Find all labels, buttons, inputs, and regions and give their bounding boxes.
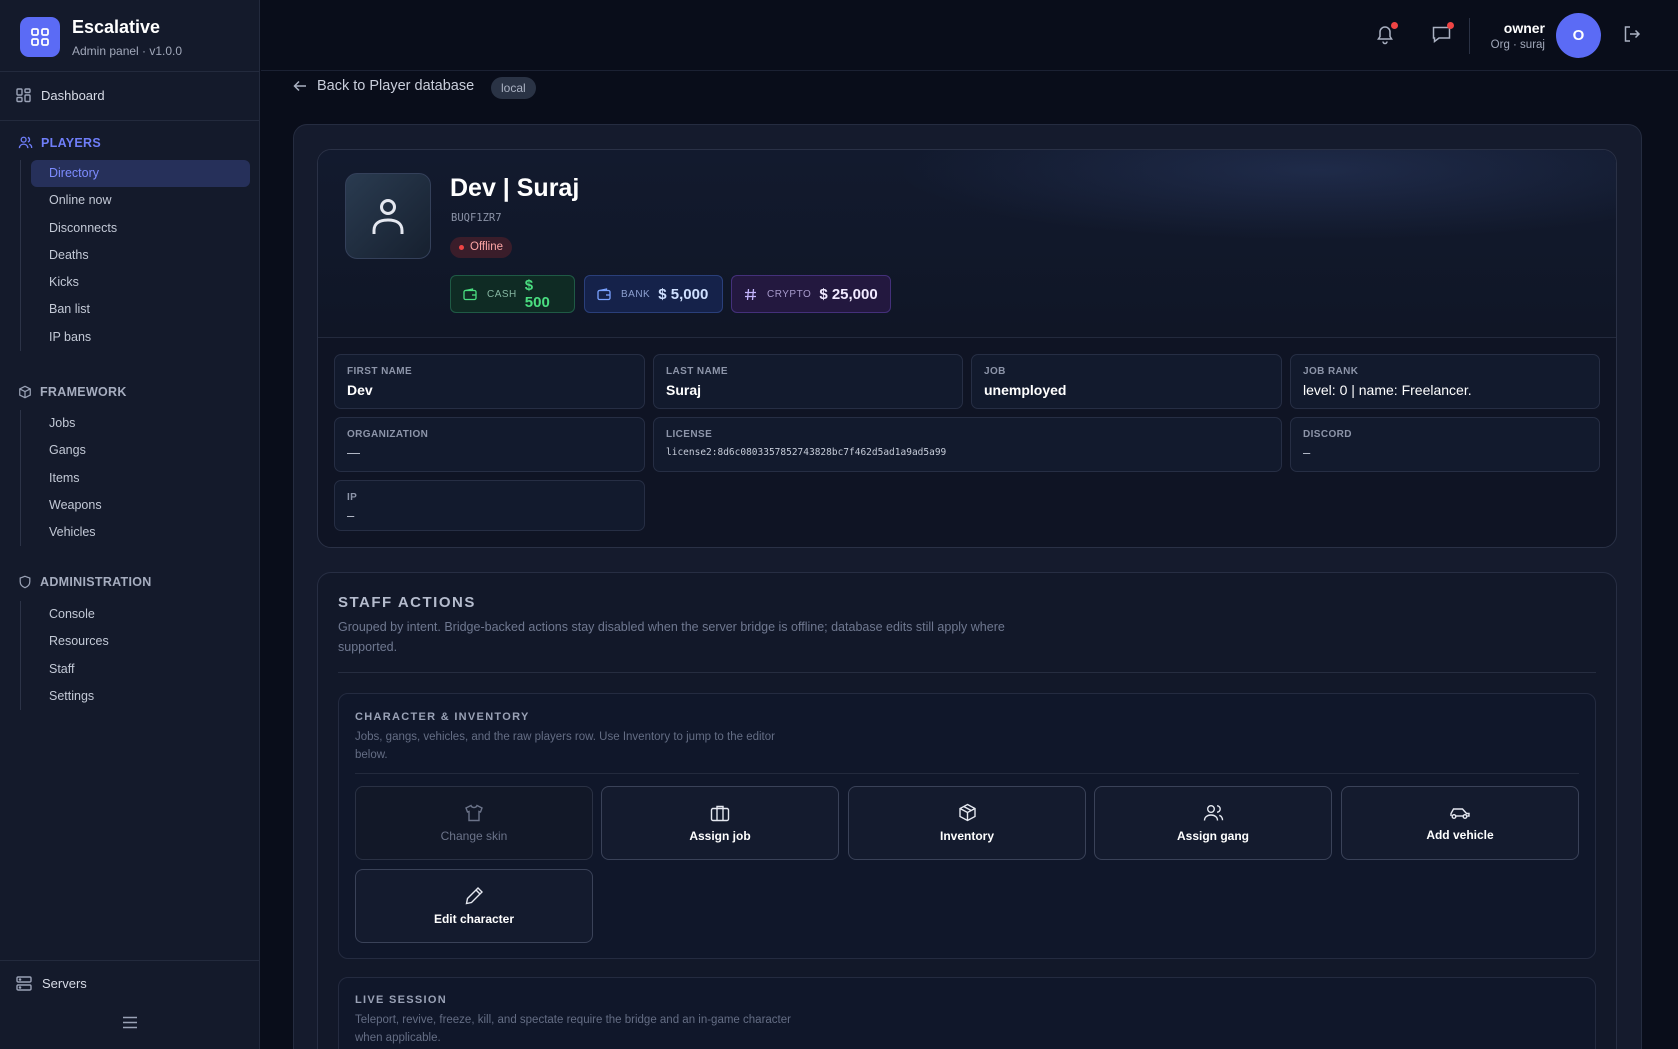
crypto-balance: CRYPTO $ 25,000 <box>731 275 891 313</box>
character-inventory-description: Jobs, gangs, vehicles, and the raw playe… <box>355 731 775 761</box>
ip-field: IP – <box>334 480 645 531</box>
bank-balance: BANK $ 5,000 <box>584 275 723 313</box>
pencil-icon <box>465 886 484 905</box>
sidebar-section-administration[interactable]: ADMINISTRATION <box>18 575 152 589</box>
sidebar-item-console[interactable]: Console <box>31 601 250 628</box>
staff-actions-description: Grouped by intent. Bridge-backed actions… <box>338 620 1005 654</box>
shirt-icon <box>464 804 484 822</box>
sidebar-divider <box>0 71 260 72</box>
user-name: owner <box>1503 20 1545 36</box>
staff-actions-divider <box>338 672 1596 673</box>
sidebar-item-ban-list[interactable]: Ban list <box>31 296 250 323</box>
hash-icon <box>744 288 757 301</box>
assign-job-button[interactable]: Assign job <box>601 786 839 860</box>
brand-subtitle: Admin panel · v1.0.0 <box>72 44 183 58</box>
grid-logo-icon <box>20 17 60 57</box>
last-name-field: LAST NAME Suraj <box>653 354 963 409</box>
user-org: Org · suraj <box>1490 39 1545 51</box>
sidebar-item-servers[interactable]: Servers <box>16 976 87 991</box>
sidebar-item-resources[interactable]: Resources <box>31 628 250 655</box>
sidebar-item-directory[interactable]: Directory <box>31 160 250 188</box>
package-icon <box>958 803 977 822</box>
avatar[interactable]: O <box>1556 13 1601 58</box>
sidebar-item-deaths[interactable]: Deaths <box>31 242 250 269</box>
user-menu[interactable]: owner Org · suraj <box>1491 20 1545 51</box>
license-field: LICENSE license2:8d6c0803357852743828bc7… <box>653 417 1282 472</box>
edit-character-button[interactable]: Edit character <box>355 869 593 943</box>
hamburger-menu-icon[interactable] <box>122 1016 138 1029</box>
sidebar-item-disconnects[interactable]: Disconnects <box>31 215 250 242</box>
discord-field: DISCORD – <box>1290 417 1600 472</box>
inventory-button[interactable]: Inventory <box>848 786 1086 860</box>
sidebar-item-kicks[interactable]: Kicks <box>31 269 250 296</box>
sidebar-item-label: Servers <box>42 976 87 991</box>
organization-field: ORGANIZATION — <box>334 417 645 472</box>
sidebar-section-framework[interactable]: FRAMEWORK <box>18 385 127 399</box>
notification-dot <box>1391 22 1398 29</box>
assign-gang-button[interactable]: Assign gang <box>1094 786 1332 860</box>
job-field: JOB unemployed <box>971 354 1282 409</box>
live-session-title: LIVE SESSION <box>355 994 448 1006</box>
status-badge: Offline <box>450 237 513 258</box>
sidebar-item-label: Dashboard <box>41 87 105 103</box>
sidebar: Escalative Admin panel · v1.0.0 Dashboar… <box>0 0 260 1049</box>
users-icon <box>1203 804 1224 822</box>
car-icon <box>1449 805 1471 821</box>
sidebar-item-jobs[interactable]: Jobs <box>31 410 250 437</box>
notifications-bell-icon[interactable] <box>1375 22 1398 46</box>
player-citizen-id: BUQF1ZR7 <box>451 212 502 224</box>
shield-icon <box>18 575 32 589</box>
dashboard-icon <box>16 87 31 103</box>
live-session-description: Teleport, revive, freeze, kill, and spec… <box>355 1014 791 1044</box>
cash-balance: CASH $ 500 <box>450 275 575 313</box>
brand-name: Escalative <box>72 17 161 37</box>
profile-hero: Dev | Suraj BUQF1ZR7 Offline CASH $ 500 … <box>318 150 1616 338</box>
bank-wallet-icon <box>597 287 611 301</box>
first-name-field: FIRST NAME Dev <box>334 354 645 409</box>
logout-icon[interactable] <box>1622 24 1644 46</box>
sidebar-divider <box>0 960 260 961</box>
sidebar-item-dashboard[interactable]: Dashboard <box>16 86 105 104</box>
sidebar-section-players[interactable]: PLAYERS <box>18 135 101 150</box>
job-rank-field: JOB RANK level: 0 | name: Freelancer. <box>1290 354 1600 409</box>
sidebar-item-ip-bans[interactable]: IP bans <box>31 324 250 351</box>
sidebar-item-weapons[interactable]: Weapons <box>31 492 250 519</box>
character-inventory-divider <box>355 773 1579 774</box>
change-skin-button[interactable]: Change skin <box>355 786 593 860</box>
player-name: Dev | Suraj <box>450 174 580 202</box>
sidebar-item-gangs[interactable]: Gangs <box>31 437 250 464</box>
topbar-divider <box>1469 18 1470 54</box>
message-dot <box>1447 22 1454 29</box>
arrow-left-icon <box>293 80 307 92</box>
sidebar-item-vehicles[interactable]: Vehicles <box>31 519 250 546</box>
player-avatar-user-icon <box>345 173 431 259</box>
sidebar-item-settings[interactable]: Settings <box>31 683 250 710</box>
sidebar-item-online-now[interactable]: Online now <box>31 187 250 214</box>
wallet-icon <box>463 287 477 301</box>
briefcase-icon <box>710 804 730 822</box>
character-inventory-title: CHARACTER & INVENTORY <box>355 711 530 723</box>
add-vehicle-button[interactable]: Add vehicle <box>1341 786 1579 860</box>
cube-icon <box>18 385 32 399</box>
sidebar-group-framework: Jobs Gangs Items Weapons Vehicles <box>20 410 250 547</box>
brand: Escalative Admin panel · v1.0.0 <box>20 16 182 58</box>
sidebar-item-items[interactable]: Items <box>31 465 250 492</box>
sidebar-divider <box>0 120 260 121</box>
sidebar-item-staff[interactable]: Staff <box>31 656 250 683</box>
messages-icon[interactable] <box>1431 22 1454 46</box>
sidebar-group-administration: Console Resources Staff Settings <box>20 601 250 711</box>
back-to-player-database-link[interactable]: Back to Player database <box>293 78 474 94</box>
environment-tag: local <box>491 77 536 99</box>
topbar: owner Org · suraj O <box>261 0 1678 71</box>
sidebar-group-players: Directory Online now Disconnects Deaths … <box>20 160 250 352</box>
server-icon <box>16 976 32 991</box>
users-icon <box>18 135 33 150</box>
staff-actions-title: STAFF ACTIONS <box>338 594 476 611</box>
